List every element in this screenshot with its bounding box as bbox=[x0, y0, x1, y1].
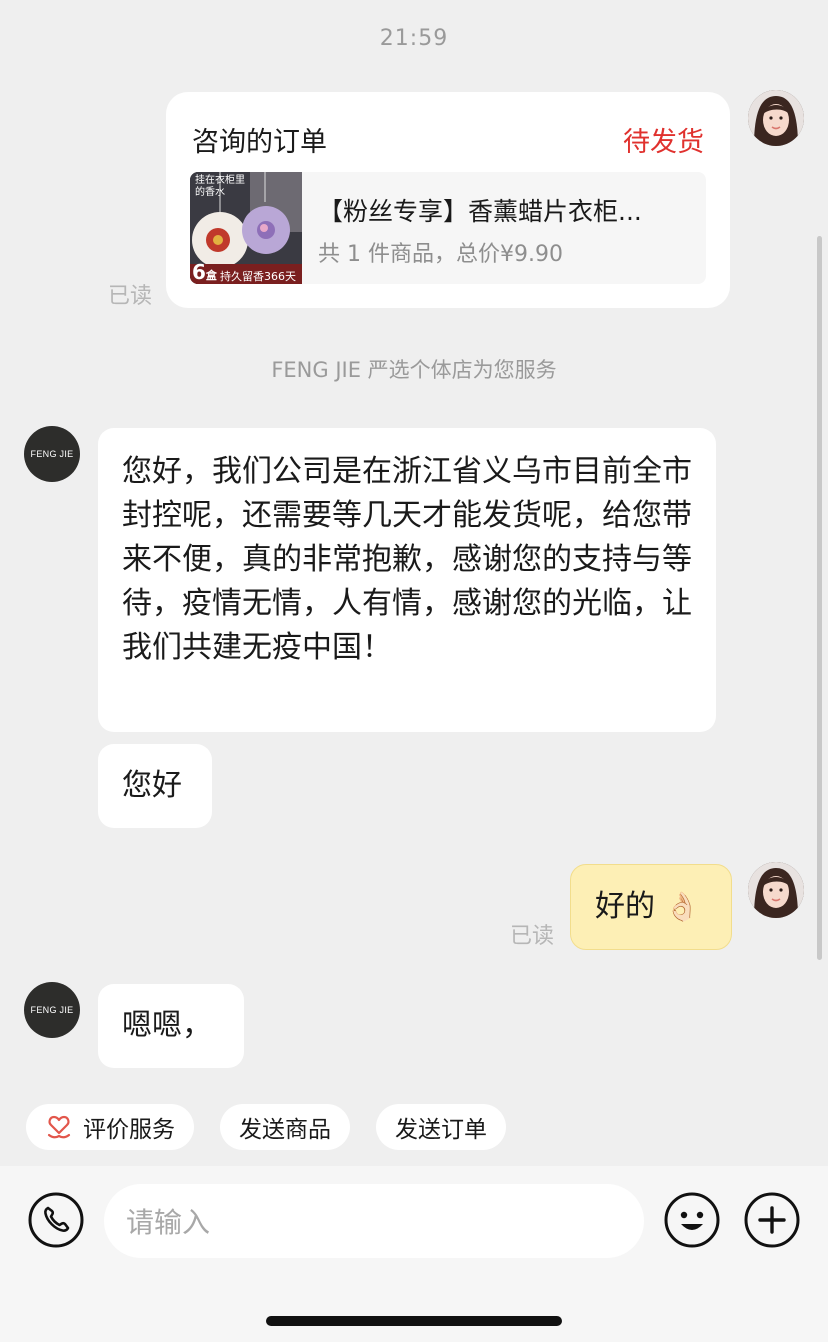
shop-message-bubble[interactable]: 嗯嗯， bbox=[98, 984, 244, 1068]
message-text: 嗯嗯， bbox=[122, 1008, 212, 1043]
product-thumbnail: 挂在衣柜里 的香水 6盒 持久留香366天 bbox=[190, 172, 302, 284]
input-bar: 请输入 bbox=[0, 1166, 828, 1342]
chip-label: 发送订单 bbox=[395, 1117, 487, 1143]
emoji-button[interactable] bbox=[664, 1192, 720, 1248]
message-input[interactable]: 请输入 bbox=[104, 1184, 644, 1258]
order-card[interactable]: 咨询的订单 待发货 挂在衣柜里 的香水 6盒 持久留香366天 【粉丝专享】香薰… bbox=[166, 92, 730, 308]
message-timestamp: 21:59 bbox=[379, 26, 449, 51]
ok-hand-emoji: 👌🏻 bbox=[664, 890, 700, 923]
input-placeholder: 请输入 bbox=[126, 1206, 211, 1239]
send-order-button[interactable]: 发送订单 bbox=[376, 1104, 506, 1150]
thumb-badge: 持久留香366天 bbox=[220, 270, 296, 283]
phone-icon bbox=[28, 1192, 84, 1248]
scrollbar[interactable] bbox=[817, 236, 822, 960]
home-indicator[interactable] bbox=[266, 1316, 562, 1326]
order-status-badge: 待发货 bbox=[623, 127, 704, 158]
send-product-button[interactable]: 发送商品 bbox=[220, 1104, 350, 1150]
order-summary: 共 1 件商品，总价¥9.90 bbox=[318, 242, 563, 267]
voice-call-button[interactable] bbox=[28, 1192, 84, 1248]
thumb-count: 6盒 bbox=[192, 260, 217, 284]
message-text: 好的 bbox=[595, 889, 655, 924]
smiley-icon bbox=[664, 1192, 720, 1248]
order-card-title: 咨询的订单 bbox=[192, 127, 327, 158]
heart-hand-icon bbox=[47, 1115, 71, 1139]
my-avatar[interactable] bbox=[748, 90, 804, 146]
rate-service-button[interactable]: 评价服务 bbox=[26, 1104, 194, 1150]
user-portrait-icon bbox=[748, 862, 804, 918]
message-text: 您好，我们公司是在浙江省义乌市目前全市封控呢，还需要等几天才能发货呢，给您带来不… bbox=[122, 454, 692, 665]
shop-avatar[interactable]: FENG JIE bbox=[24, 982, 80, 1038]
shop-message-bubble[interactable]: 您好 bbox=[98, 744, 212, 828]
chip-label: 评价服务 bbox=[83, 1117, 175, 1143]
my-avatar[interactable] bbox=[748, 862, 804, 918]
read-receipt: 已读 bbox=[108, 284, 153, 309]
chip-label: 发送商品 bbox=[239, 1117, 331, 1143]
order-product-name: 【粉丝专享】香薰蜡片衣柜... bbox=[318, 197, 642, 226]
plus-circle-icon bbox=[744, 1192, 800, 1248]
message-text: 您好 bbox=[122, 768, 182, 803]
order-product-row[interactable]: 挂在衣柜里 的香水 6盒 持久留香366天 【粉丝专享】香薰蜡片衣柜... 共 … bbox=[190, 172, 706, 284]
service-note: FENG JIE 严选个体店为您服务 bbox=[271, 358, 557, 382]
shop-message-bubble[interactable]: 您好，我们公司是在浙江省义乌市目前全市封控呢，还需要等几天才能发货呢，给您带来不… bbox=[98, 428, 716, 732]
my-message-bubble[interactable]: 好的 👌🏻 bbox=[570, 864, 732, 950]
thumb-caption: 挂在衣柜里 的香水 bbox=[195, 175, 245, 198]
read-receipt: 已读 bbox=[510, 924, 555, 949]
more-actions-button[interactable] bbox=[744, 1192, 800, 1248]
shop-avatar[interactable]: FENG JIE bbox=[24, 426, 80, 482]
user-portrait-icon bbox=[748, 90, 804, 146]
